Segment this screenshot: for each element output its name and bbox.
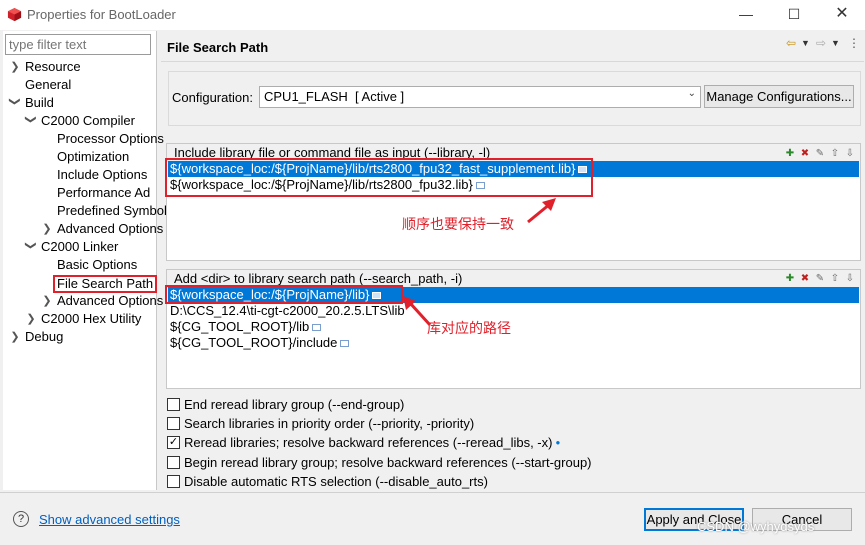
configuration-label: Configuration: (172, 90, 253, 105)
tree-item-linker-advanced-options[interactable]: Advanced Options (57, 292, 163, 310)
checkbox[interactable] (167, 456, 180, 470)
tree-item-resource[interactable]: Resource (25, 58, 81, 76)
chevron-right-icon[interactable]: ❯ (9, 60, 21, 73)
search-path-value: ${CG_TOOL_ROOT}/include (170, 335, 338, 350)
show-advanced-settings-link[interactable]: Show advanced settings (39, 512, 180, 527)
tree-item-c2000-hex-utility[interactable]: C2000 Hex Utility (41, 310, 141, 328)
chevron-right-icon[interactable]: ❯ (41, 294, 53, 307)
tree-item-c2000-compiler[interactable]: C2000 Compiler (41, 112, 135, 130)
window-title: Properties for BootLoader (27, 7, 176, 22)
search-path-item[interactable]: D:\CCS_12.4\ti-cgt-c2000_20.2.5.LTS\lib (168, 303, 405, 319)
tree-item-performance-advisor[interactable]: Performance Ad (57, 184, 150, 202)
chevron-down-icon[interactable]: ❯ (9, 96, 22, 108)
tree-item-optimization[interactable]: Optimization (57, 148, 129, 166)
add-icon[interactable]: ✚ (785, 273, 795, 284)
tree-item-compiler-advanced-options[interactable]: Advanced Options (57, 220, 163, 238)
path-annotation: 库对应的路径 (427, 320, 511, 336)
order-annotation: 顺序也要保持一致 (402, 216, 514, 232)
chevron-right-icon[interactable]: ❯ (25, 312, 37, 325)
edit-value-icon[interactable] (312, 324, 322, 332)
annotation-arrow-icon (403, 296, 432, 327)
tree-item-basic-options[interactable]: Basic Options (57, 256, 137, 274)
move-up-icon[interactable]: ⇧ (830, 273, 840, 284)
move-up-icon[interactable]: ⇧ (830, 148, 840, 159)
menu-kebab-icon[interactable]: ⋮ (848, 36, 860, 50)
search-path-item[interactable]: ${CG_TOOL_ROOT}/lib (168, 319, 322, 335)
title-bar: Properties for BootLoader — ☐ ✕ (0, 0, 865, 30)
chevron-down-icon[interactable]: ❯ (25, 240, 38, 252)
back-dropdown-icon[interactable]: ▼ (801, 38, 810, 48)
checkbox[interactable] (167, 475, 180, 489)
close-icon[interactable]: ✕ (832, 4, 852, 24)
watermark: CSDN @wyhydsyds (697, 519, 815, 534)
tree-item-c2000-linker[interactable]: C2000 Linker (41, 238, 118, 256)
edit-icon[interactable]: ✎ (815, 148, 825, 159)
delete-icon[interactable]: ✖ (800, 273, 810, 284)
back-arrow-icon[interactable]: ⇦ (786, 36, 796, 50)
help-icon[interactable]: ? (13, 511, 29, 527)
add-icon[interactable]: ✚ (785, 148, 795, 159)
tree-item-build[interactable]: Build (25, 94, 54, 112)
info-icon: ● (555, 438, 561, 448)
forward-arrow-icon[interactable]: ⇨ (816, 36, 826, 50)
option-priority[interactable]: Search libraries in priority order (--pr… (167, 415, 474, 431)
chevron-down-icon[interactable]: ❯ (25, 114, 38, 126)
maximize-icon[interactable]: ☐ (784, 4, 804, 24)
filter-input[interactable] (5, 34, 151, 55)
tree-item-processor-options[interactable]: Processor Options (57, 130, 164, 148)
tree-item-file-search-path[interactable]: File Search Path (53, 275, 158, 293)
footer-divider (0, 492, 865, 493)
configuration-select[interactable]: CPU1_FLASH [ Active ] ⌄ (259, 86, 701, 108)
checkbox[interactable] (167, 417, 180, 431)
chevron-right-icon[interactable]: ❯ (9, 330, 21, 343)
delete-icon[interactable]: ✖ (800, 148, 810, 159)
tree-item-general[interactable]: General (25, 76, 71, 94)
edit-value-icon[interactable] (340, 340, 350, 348)
page-title: File Search Path (167, 40, 269, 55)
edit-icon[interactable]: ✎ (815, 273, 825, 284)
chevron-right-icon[interactable]: ❯ (41, 222, 53, 235)
checkbox-checked[interactable]: ✓ (167, 436, 180, 450)
configuration-value: CPU1_FLASH [ Active ] (264, 89, 405, 104)
app-cube-icon (7, 7, 22, 22)
option-reread-libs[interactable]: ✓ Reread libraries; resolve backward refe… (167, 434, 560, 450)
annotation-arrow-icon (527, 198, 556, 224)
tree-item-debug[interactable]: Debug (25, 328, 63, 346)
header-divider (161, 61, 864, 62)
highlight-box (165, 285, 403, 304)
search-path-item[interactable]: ${CG_TOOL_ROOT}/include (168, 335, 350, 351)
forward-dropdown-icon[interactable]: ▼ (831, 38, 840, 48)
manage-configurations-button[interactable]: Manage Configurations... (704, 85, 854, 108)
option-end-group[interactable]: End reread library group (--end-group) (167, 396, 404, 412)
move-down-icon[interactable]: ⇩ (845, 148, 855, 159)
move-down-icon[interactable]: ⇩ (845, 273, 855, 284)
option-disable-auto-rts[interactable]: Disable automatic RTS selection (--disab… (167, 473, 488, 489)
checkbox[interactable] (167, 398, 180, 412)
highlight-box (165, 158, 593, 197)
tree-item-include-options[interactable]: Include Options (57, 166, 147, 184)
search-path-value: ${CG_TOOL_ROOT}/lib (170, 319, 310, 334)
search-path-value: D:\CCS_12.4\ti-cgt-c2000_20.2.5.LTS\lib (170, 303, 405, 318)
option-start-group[interactable]: Begin reread library group; resolve back… (167, 454, 592, 470)
tree-item-predefined-symbols[interactable]: Predefined Symbols (57, 202, 173, 220)
chevron-down-icon: ⌄ (687, 88, 696, 99)
minimize-icon[interactable]: — (736, 4, 756, 24)
